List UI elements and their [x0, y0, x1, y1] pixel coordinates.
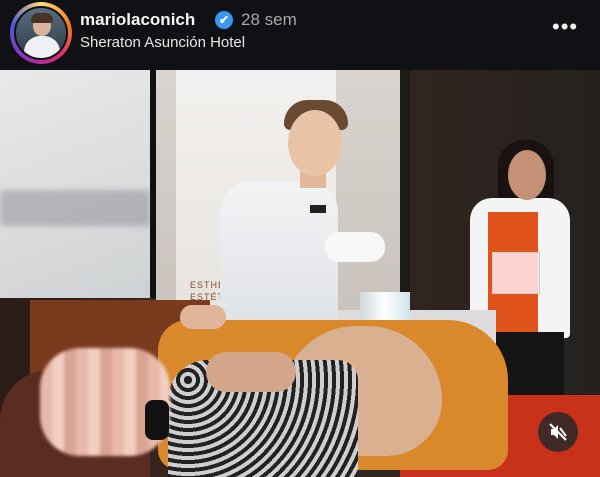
projector-screen — [0, 70, 156, 298]
verified-badge-icon: ✔ — [215, 11, 233, 29]
door-frame — [400, 70, 410, 310]
product-bottles — [360, 292, 410, 320]
speaker-muted-icon — [549, 423, 567, 441]
practitioner-hand — [180, 305, 226, 329]
story-ring[interactable] — [10, 2, 72, 64]
patient-arm — [206, 352, 296, 392]
practitioner-face — [288, 110, 342, 176]
assistant-face — [508, 150, 546, 200]
name-badge — [310, 205, 326, 213]
patient-glasses — [145, 400, 169, 440]
mute-button[interactable] — [538, 412, 578, 452]
practitioner-coat — [220, 182, 338, 322]
avatar-body — [24, 36, 60, 58]
avatar-hair — [31, 13, 53, 23]
avatar[interactable] — [14, 6, 68, 60]
location-link[interactable]: Sheraton Asunción Hotel — [80, 34, 245, 51]
more-options-icon[interactable]: ••• — [552, 16, 578, 38]
post-header: mariolaconich ✔ 28 sem Sheraton Asunción… — [0, 0, 600, 70]
gloved-hands — [325, 232, 385, 262]
held-container — [492, 252, 540, 294]
username[interactable]: mariolaconich — [80, 10, 195, 30]
post-time[interactable]: 28 sem — [241, 10, 297, 30]
post-photo[interactable]: ESTHE ESTÉTICA — [0, 70, 600, 477]
